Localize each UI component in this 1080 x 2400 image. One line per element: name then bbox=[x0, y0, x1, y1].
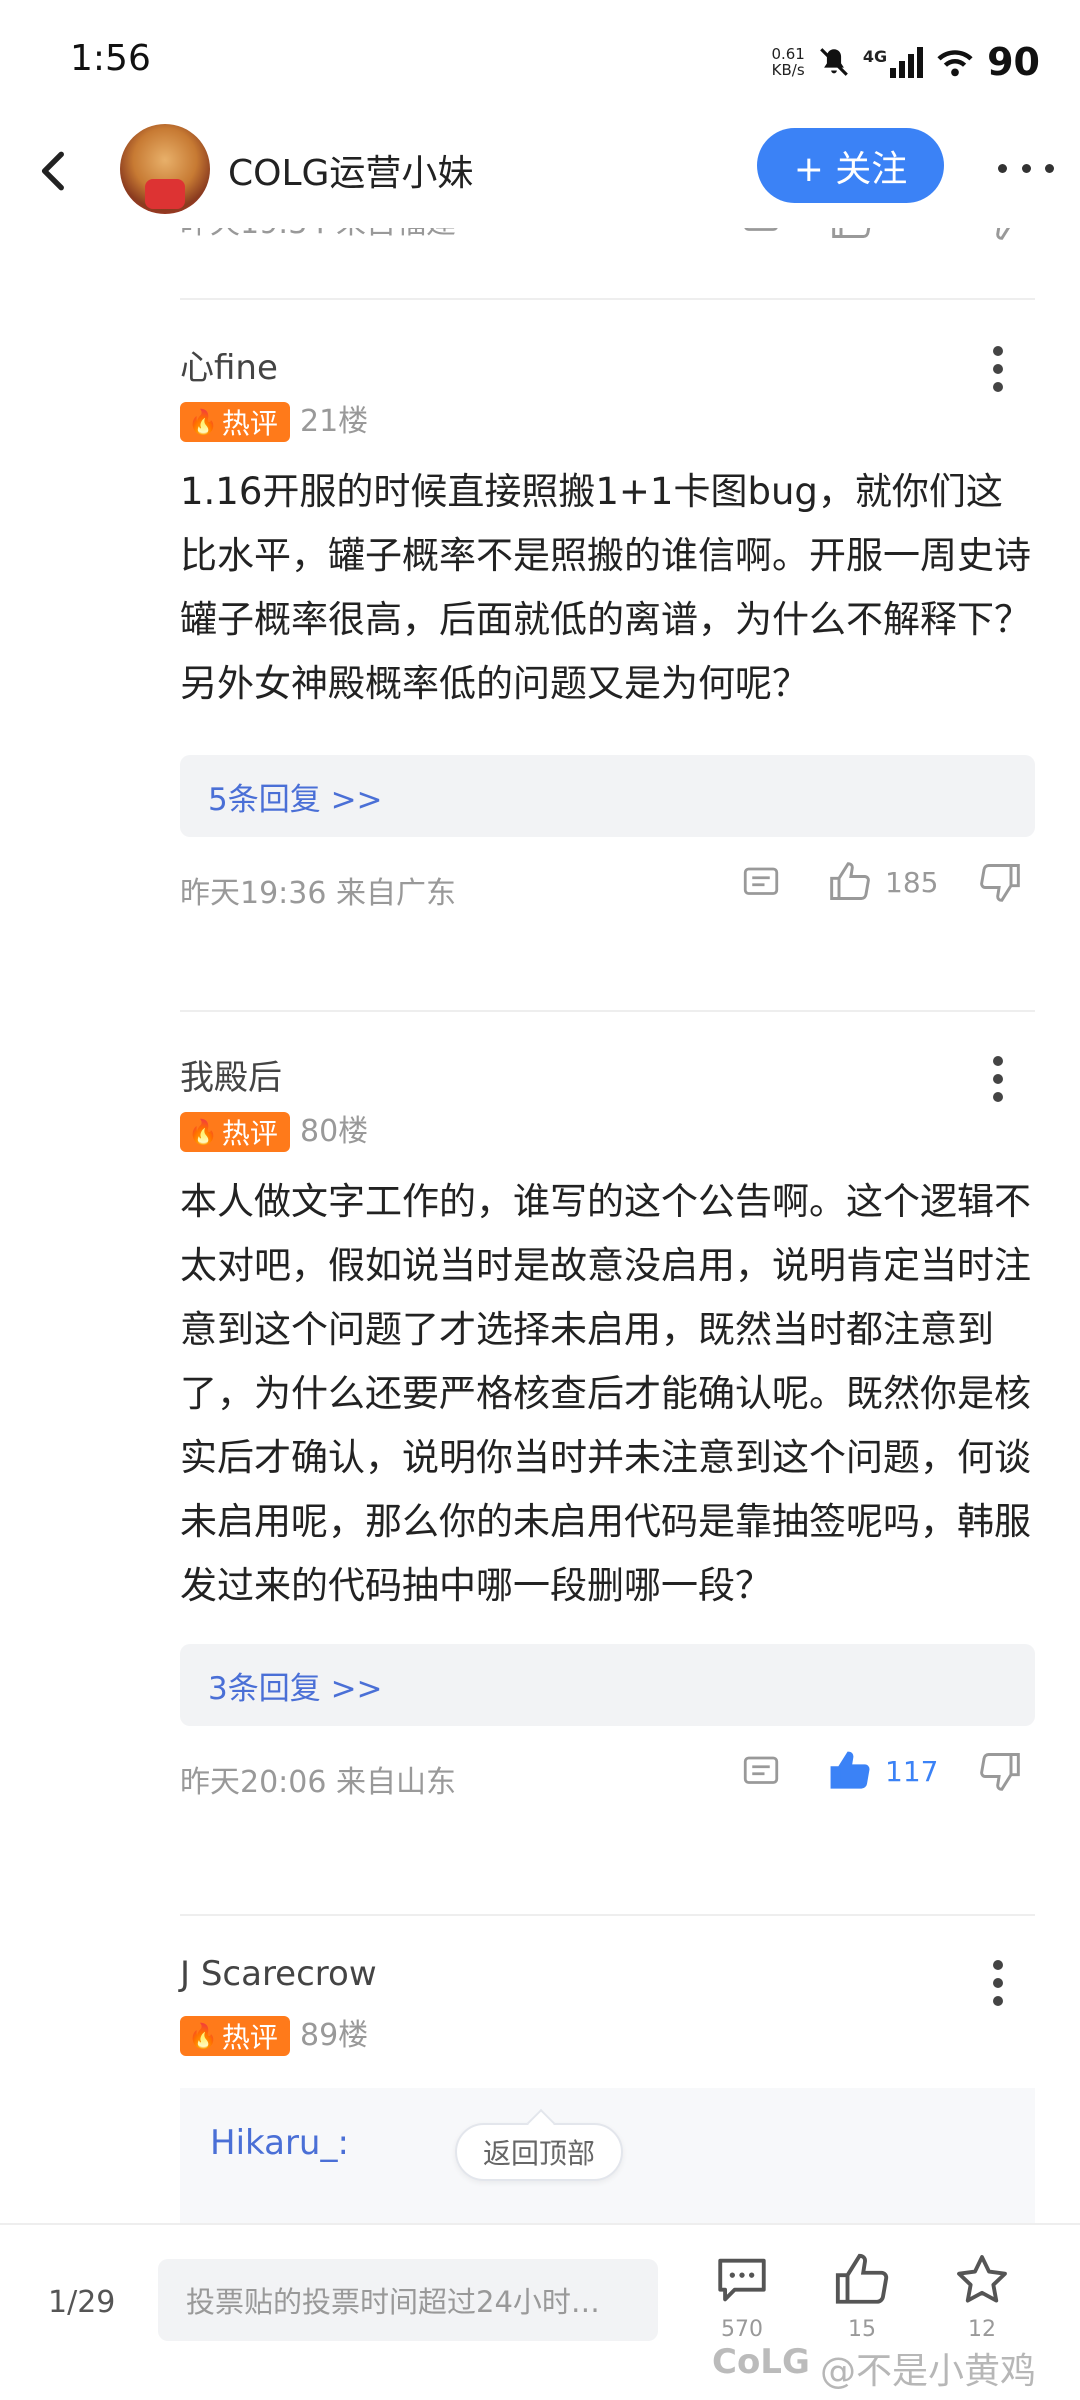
back-to-top-button[interactable]: 返回顶部 bbox=[455, 2123, 623, 2181]
comment-more-icon[interactable] bbox=[991, 1960, 1005, 2006]
star-icon bbox=[957, 2255, 1007, 2303]
author-name[interactable]: COLG运营小妹 bbox=[228, 144, 473, 196]
hot-comment-badge: 🔥 热评 bbox=[180, 402, 290, 442]
comment-text: 1.16开服的时候直接照搬1+1卡图bug，就你们这比水平，罐子概率不是照搬的谁… bbox=[180, 470, 1031, 705]
likes-count: 15 bbox=[848, 2317, 876, 2342]
view-replies-button[interactable]: 3条回复 >> bbox=[180, 1644, 1035, 1726]
signal-bar-icon bbox=[899, 60, 906, 78]
signal-group: 4G bbox=[863, 46, 924, 78]
divider bbox=[180, 1010, 1035, 1012]
divider bbox=[180, 1914, 1035, 1916]
comment-item[interactable]: 心fine 🔥 热评 21楼 1.16开服的时候直接照搬1+1卡图bug，就你们… bbox=[0, 340, 1080, 911]
thumbs-up-icon[interactable] bbox=[828, 860, 872, 904]
favorites-count: 12 bbox=[968, 2317, 996, 2342]
comment-list[interactable]: 昨天19:34 来自福建 296 心fine 🔥 热评 21楼 1.16开服的时… bbox=[0, 228, 1080, 2223]
watermark-logo: CoLG bbox=[712, 2342, 810, 2382]
signal-bar-icon bbox=[917, 46, 924, 78]
reply-icon[interactable] bbox=[740, 1751, 782, 1793]
mute-bell-icon bbox=[819, 48, 848, 76]
like-count: 117 bbox=[885, 1755, 939, 1788]
comment-meta: 昨天20:06 来自山东 bbox=[180, 1765, 456, 1800]
post-header: COLG运营小妹 + 关注 bbox=[0, 118, 1080, 228]
status-bar: 1:56 0.61 KB/s 4G 90 bbox=[0, 0, 1080, 118]
thumbs-down-icon[interactable] bbox=[978, 860, 1022, 904]
comment-text: 本人做文字工作的，谁写的这个公告啊。这个逻辑不太对吧，假如说当时是故意没启用，说… bbox=[180, 1180, 1031, 1607]
avatar[interactable] bbox=[120, 124, 210, 214]
battery-level: 90 bbox=[987, 40, 1040, 84]
follow-button[interactable]: + 关注 bbox=[757, 128, 944, 203]
comment-more-icon[interactable] bbox=[991, 346, 1005, 392]
signal-bar-icon bbox=[890, 67, 897, 78]
comment-author[interactable]: 我殿后 bbox=[180, 1050, 282, 1099]
hot-comment-badge: 🔥 热评 bbox=[180, 2016, 290, 2056]
comment-item[interactable]: 我殿后 🔥 热评 80楼 本人做文字工作的，谁写的这个公告啊。这个逻辑不太对吧，… bbox=[0, 1050, 1080, 1800]
previous-comment-footer: 昨天19:34 来自福建 296 bbox=[180, 228, 1040, 258]
more-options-icon[interactable] bbox=[998, 148, 1054, 188]
flame-icon: 🔥 bbox=[188, 2022, 218, 2050]
hot-comment-badge: 🔥 热评 bbox=[180, 1112, 290, 1152]
favorite-button[interactable]: 12 bbox=[942, 2251, 1022, 2342]
net-speed: 0.61 KB/s bbox=[771, 45, 805, 79]
status-time: 1:56 bbox=[70, 38, 151, 79]
signal-bar-icon bbox=[908, 53, 915, 78]
thumbs-up-icon[interactable] bbox=[830, 228, 874, 242]
comment-more-icon[interactable] bbox=[991, 1056, 1005, 1102]
watermark-text: @不是小黄鸡 bbox=[820, 2351, 1037, 2392]
floor-number: 89楼 bbox=[300, 2018, 369, 2053]
view-replies-button[interactable]: 5条回复 >> bbox=[180, 755, 1035, 837]
comment-item[interactable]: J Scarecrow 🔥 热评 89楼 bbox=[0, 1954, 1080, 2094]
thumbs-down-icon[interactable] bbox=[978, 228, 1022, 242]
comment-meta: 昨天19:34 来自福建 bbox=[180, 228, 456, 242]
comments-count: 570 bbox=[721, 2317, 763, 2342]
like-post-button[interactable]: 15 bbox=[822, 2251, 902, 2342]
reply-icon[interactable] bbox=[740, 862, 782, 904]
comment-bubble-icon bbox=[718, 2258, 766, 2302]
flame-icon: 🔥 bbox=[188, 1118, 218, 1146]
flame-icon: 🔥 bbox=[188, 408, 218, 436]
wifi-icon bbox=[937, 50, 973, 77]
divider bbox=[180, 298, 1035, 300]
comment-author[interactable]: 心fine bbox=[180, 340, 278, 389]
like-count: 185 bbox=[885, 866, 939, 899]
thumbs-up-icon bbox=[835, 2253, 889, 2304]
status-icons: 0.61 KB/s 4G 90 bbox=[771, 40, 1040, 84]
comments-button[interactable]: 570 bbox=[702, 2251, 782, 2342]
comment-meta: 昨天19:36 来自广东 bbox=[180, 876, 456, 911]
like-count: 296 bbox=[885, 228, 938, 231]
reply-input[interactable]: 投票贴的投票时间超过24小时… bbox=[158, 2259, 658, 2341]
quoted-user[interactable]: Hikaru_: bbox=[210, 2123, 349, 2163]
back-arrow-icon[interactable] bbox=[30, 146, 80, 196]
thumbs-down-icon[interactable] bbox=[978, 1749, 1022, 1793]
floor-number: 80楼 bbox=[300, 1114, 369, 1149]
floor-number: 21楼 bbox=[300, 404, 369, 439]
page-indicator[interactable]: 1/29 bbox=[48, 2285, 115, 2320]
comment-author[interactable]: J Scarecrow bbox=[180, 1954, 377, 1994]
thumbs-up-icon-active[interactable] bbox=[828, 1749, 872, 1793]
reply-icon[interactable] bbox=[740, 228, 782, 240]
